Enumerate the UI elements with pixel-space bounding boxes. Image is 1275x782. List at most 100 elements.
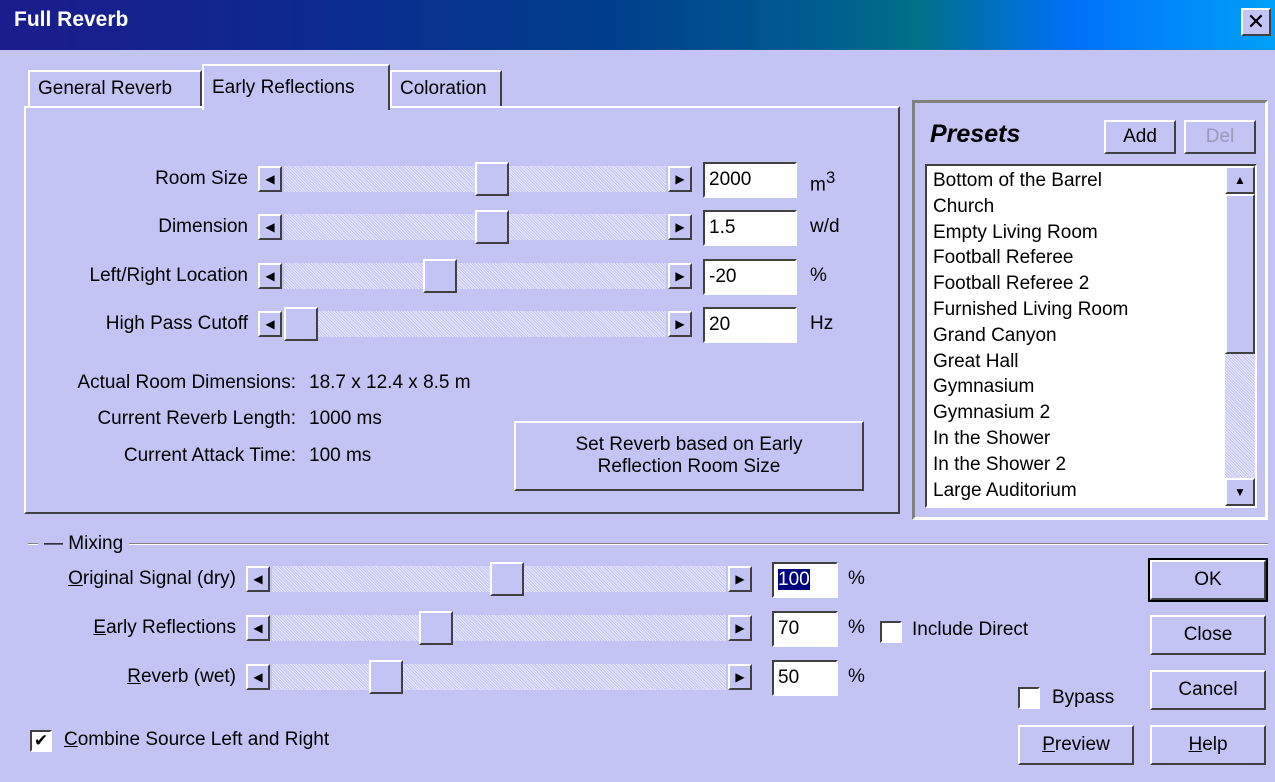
unit-superscript: 3 [825, 168, 836, 187]
label-high-pass-cutoff: High Pass Cutoff [105, 313, 248, 334]
slider-dimension-left-arrow[interactable]: ◀ [258, 214, 282, 240]
unit-mix-original-signal-dry: % [848, 568, 865, 589]
tab-early-reflections[interactable]: Early Reflections [202, 64, 390, 110]
info-value-reverb-length: 1000 ms [309, 408, 382, 429]
list-item[interactable]: Great Hall [933, 349, 1128, 375]
slider-mix-reverb-wet-right-arrow[interactable]: ▶ [728, 664, 752, 690]
scroll-up-button[interactable]: ▲ [1225, 166, 1255, 194]
tab-general-reverb[interactable]: General Reverb [28, 70, 202, 108]
mixing-divider [28, 543, 1268, 545]
triangle-right-icon: ▶ [675, 269, 685, 283]
set-reverb-room-size-button[interactable]: Set Reverb based on Early Reflection Roo… [514, 421, 864, 491]
field-high-pass-cutoff[interactable]: 20 [703, 307, 797, 343]
slider-mix-reverb-wet-left-arrow[interactable]: ◀ [246, 664, 270, 690]
mnemonic-p: P [1042, 734, 1055, 755]
mixing-group-label: — Mixing [38, 533, 130, 555]
tab-coloration[interactable]: Coloration [390, 70, 502, 108]
slider-high-pass-cutoff-left-arrow[interactable]: ◀ [258, 311, 282, 337]
slider-high-pass-cutoff-track[interactable] [284, 311, 666, 337]
add-preset-button[interactable]: Add [1104, 120, 1176, 154]
field-mix-early-reflections[interactable]: 70 [772, 611, 838, 647]
bypass-label: Bypass [1052, 687, 1115, 708]
slider-high-pass-cutoff-thumb[interactable] [284, 307, 318, 341]
delete-preset-button[interactable]: Del [1184, 120, 1256, 154]
window-title: Full Reverb [14, 8, 129, 31]
scroll-thumb[interactable] [1225, 194, 1255, 354]
slider-dimension-right-arrow[interactable]: ▶ [668, 214, 692, 240]
slider-left-right-location-right-arrow[interactable]: ▶ [668, 263, 692, 289]
mnemonic-r: R [127, 666, 141, 687]
slider-mix-early-reflections-left-arrow[interactable]: ◀ [246, 615, 270, 641]
slider-mix-reverb-wet-track[interactable] [272, 664, 726, 690]
close-window-button[interactable]: ✕ [1241, 8, 1271, 36]
list-item[interactable]: Empty Living Room [933, 220, 1128, 246]
slider-mix-early-reflections-right-arrow[interactable]: ▶ [728, 615, 752, 641]
slider-left-right-location-left-arrow[interactable]: ◀ [258, 263, 282, 289]
info-label-reverb-length: Current Reverb Length: [97, 408, 296, 429]
triangle-right-icon: ▶ [735, 621, 745, 635]
triangle-left-icon: ◀ [253, 621, 263, 635]
slider-mix-original-signal-dry-thumb[interactable] [490, 562, 525, 596]
list-item[interactable]: Football Referee 2 [933, 271, 1128, 297]
list-item[interactable]: Football Referee [933, 245, 1128, 271]
list-item[interactable]: Grand Canyon [933, 323, 1128, 349]
slider-left-right-location-thumb[interactable] [423, 259, 458, 293]
triangle-left-icon: ◀ [265, 220, 275, 234]
field-mix-reverb-wet[interactable]: 50 [772, 660, 838, 696]
list-item[interactable]: In the Shower 2 [933, 452, 1128, 478]
field-value: 70 [778, 618, 800, 639]
presets-title: Presets [930, 120, 1021, 148]
list-item[interactable]: Large Auditorium [933, 478, 1128, 504]
close-button[interactable]: Close [1150, 615, 1266, 655]
slider-dimension-thumb[interactable] [475, 210, 510, 244]
list-item[interactable]: Bottom of the Barrel [933, 168, 1128, 194]
button-label: Preview [1042, 734, 1110, 756]
slider-mix-early-reflections-thumb[interactable] [419, 611, 453, 645]
mixing-label-text: Mixing [68, 533, 124, 554]
combine-source-label-rest: ombine Source Left and Right [77, 729, 330, 750]
triangle-left-icon: ◀ [265, 317, 275, 331]
scroll-down-button[interactable]: ▼ [1225, 478, 1255, 506]
mnemonic-c: C [64, 729, 78, 750]
list-item[interactable]: Church [933, 194, 1128, 220]
slider-room-size-left-arrow[interactable]: ◀ [258, 166, 282, 192]
list-item[interactable]: Gymnasium [933, 374, 1128, 400]
slider-room-size-thumb[interactable] [475, 162, 510, 196]
combine-source-checkbox[interactable]: ✔ [30, 730, 52, 752]
triangle-right-icon: ▶ [735, 572, 745, 586]
label-mix-early-reflections: Early Reflections [93, 617, 236, 638]
tab-label: Early Reflections [212, 77, 355, 98]
list-item[interactable]: In the Shower [933, 426, 1128, 452]
unit-left-right-location: % [810, 265, 827, 286]
field-dimension[interactable]: 1.5 [703, 210, 797, 246]
include-direct-checkbox[interactable] [880, 621, 902, 643]
slider-mix-original-signal-dry-left-arrow[interactable]: ◀ [246, 566, 270, 592]
list-item[interactable]: Furnished Living Room [933, 297, 1128, 323]
label-dimension: Dimension [158, 216, 248, 237]
presets-scrollbar[interactable]: ▲ ▼ [1225, 166, 1255, 506]
presets-list[interactable]: Bottom of the Barrel Church Empty Living R… [925, 164, 1257, 508]
field-room-size[interactable]: 2000 [703, 162, 797, 198]
close-icon: ✕ [1246, 9, 1266, 34]
field-left-right-location[interactable]: -20 [703, 259, 797, 295]
ok-button[interactable]: OK [1148, 558, 1268, 602]
slider-room-size-right-arrow[interactable]: ▶ [668, 166, 692, 192]
cancel-button[interactable]: Cancel [1150, 670, 1266, 710]
button-label: Help [1188, 734, 1227, 756]
mnemonic-o: O [68, 568, 83, 589]
field-mix-original-signal-dry[interactable]: 100 [772, 562, 838, 598]
preview-button[interactable]: Preview [1018, 725, 1134, 765]
slider-mix-early-reflections-track[interactable] [272, 615, 726, 641]
slider-left-right-location-track[interactable] [284, 263, 666, 289]
slider-high-pass-cutoff-right-arrow[interactable]: ▶ [668, 311, 692, 337]
list-item[interactable]: Gymnasium 2 [933, 400, 1128, 426]
slider-mix-reverb-wet-thumb[interactable] [368, 660, 403, 694]
bypass-checkbox[interactable] [1018, 687, 1040, 709]
help-button[interactable]: Help [1150, 725, 1266, 765]
info-value-attack-time: 100 ms [309, 445, 372, 466]
button-label: Set Reverb based on Early Reflection Roo… [575, 434, 803, 477]
triangle-right-icon: ▶ [675, 172, 685, 186]
preview-label-rest: review [1054, 734, 1110, 755]
help-label-rest: elp [1202, 734, 1228, 755]
slider-mix-original-signal-dry-right-arrow[interactable]: ▶ [728, 566, 752, 592]
